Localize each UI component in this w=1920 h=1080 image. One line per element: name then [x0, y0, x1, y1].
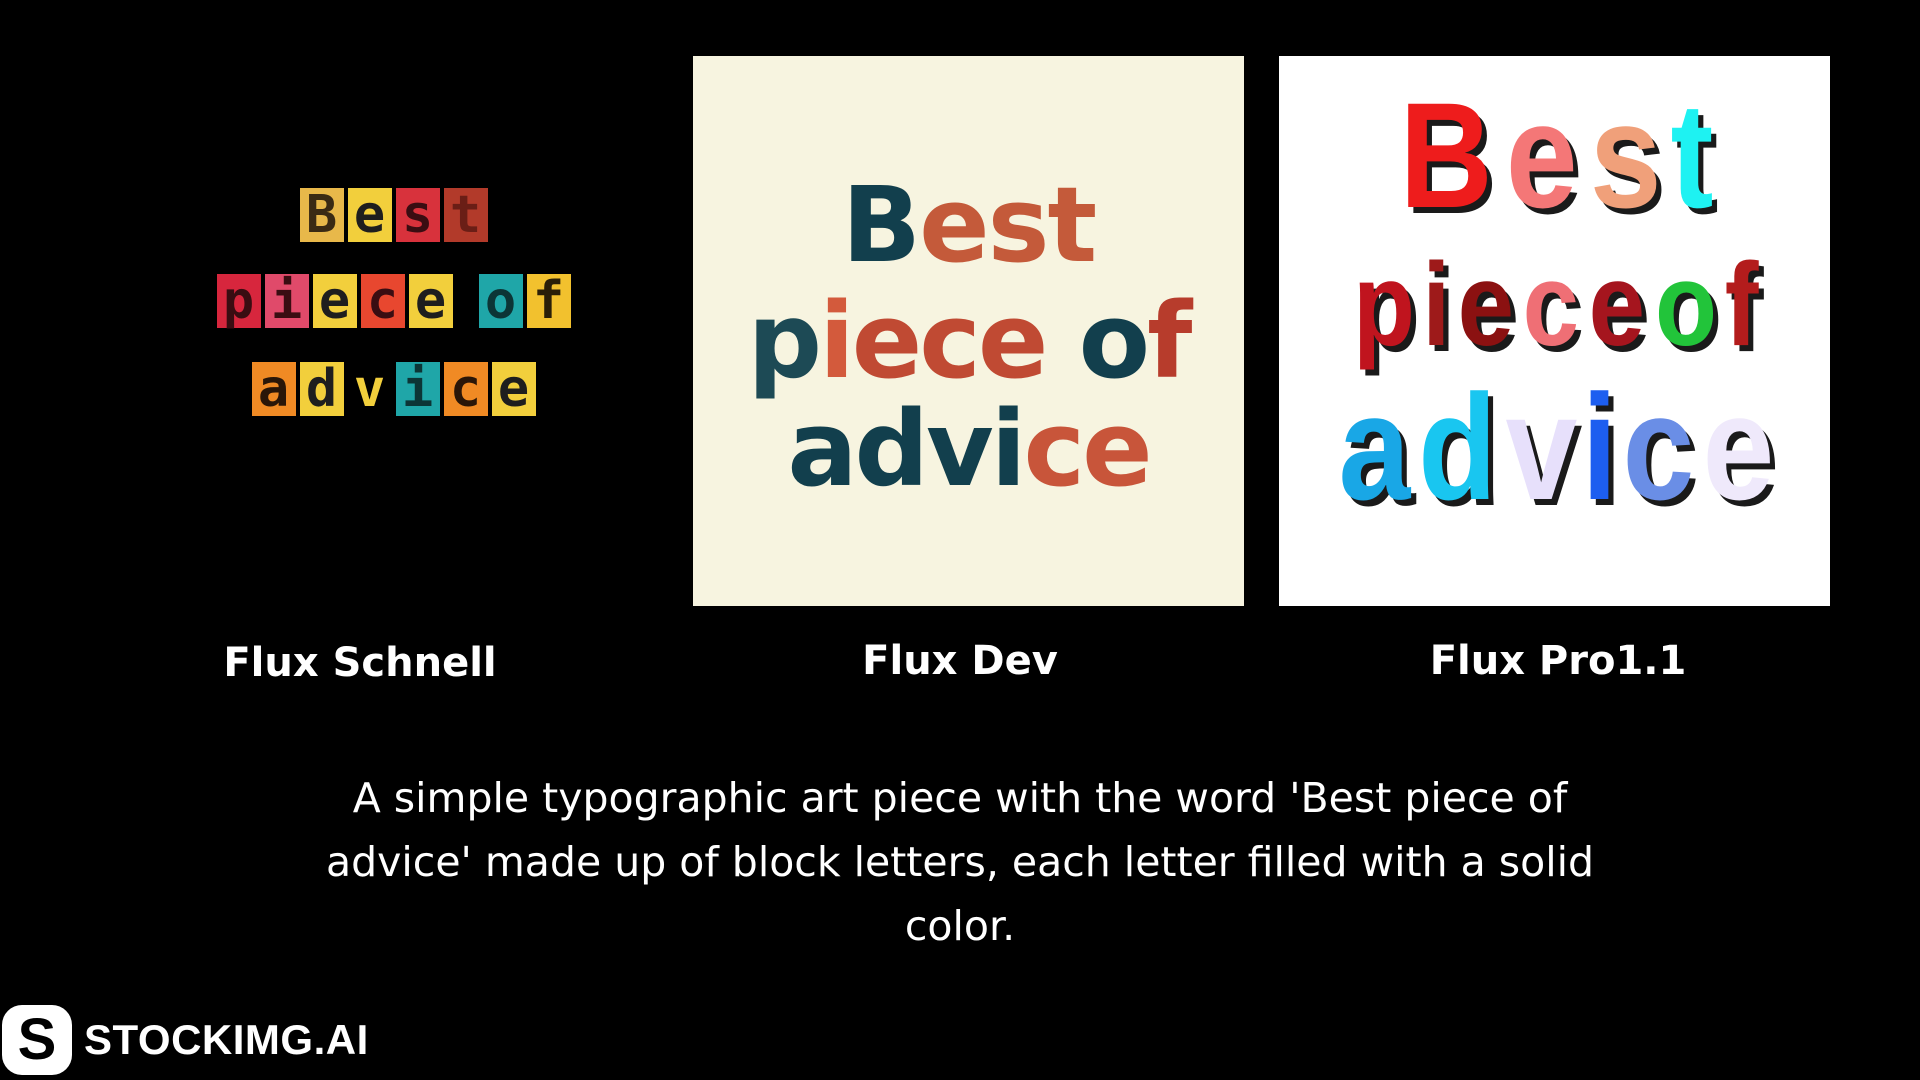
letter-tile: e [491, 362, 536, 416]
pro-letters: v [1505, 363, 1578, 531]
logo-mark-letter: S [17, 1007, 57, 1072]
pro-letters: a [1338, 363, 1411, 531]
letter-tile: c [443, 362, 488, 416]
pro-letters: i [1422, 239, 1451, 371]
flux-dev-image: Best piece of advice [693, 56, 1244, 606]
pro-letters: o [1654, 239, 1717, 371]
dev-letters: ce [1023, 388, 1152, 510]
dev-letters: i [819, 280, 855, 402]
dev-letters: B [841, 164, 921, 286]
pro-letters: f [1724, 239, 1759, 371]
dev-line-2: piece of [693, 280, 1244, 402]
schnell-line-1: Best [118, 188, 669, 242]
letter-tile: e [312, 274, 357, 328]
pro-letters: B [1399, 71, 1493, 239]
pro-line-1: Best [1279, 80, 1830, 230]
brand-logo[interactable]: S STOCKIMG.AI [0, 1000, 369, 1080]
letter-tile: p [216, 274, 261, 328]
dev-letters: o [1078, 280, 1150, 402]
dev-letters: advi [787, 388, 1026, 510]
brand-name: STOCKIMG.AI [84, 1016, 369, 1063]
letter-tile: t [443, 188, 488, 242]
caption-flux-pro: Flux Pro1.1 [1429, 638, 1687, 684]
letter-tile [457, 274, 475, 328]
pro-letters: e [1588, 239, 1646, 371]
dev-line-1: Best [693, 164, 1244, 286]
pro-line-2: piece of [1279, 246, 1830, 364]
letter-tile: B [299, 188, 344, 242]
letter-tile: s [395, 188, 440, 242]
schnell-line-2: piece of [118, 274, 669, 328]
pro-letters: s [1589, 71, 1662, 239]
letter-tile: e [408, 274, 453, 328]
dev-line-3: advice [693, 388, 1244, 510]
pro-letters: e [1702, 363, 1774, 531]
letter-tile: i [264, 274, 309, 328]
pro-letters: e [1457, 239, 1514, 371]
letter-tile: v [347, 362, 392, 416]
pro-letters: i [1582, 363, 1618, 531]
pro-line-3: advice [1279, 372, 1830, 522]
pro-letters: e [1506, 71, 1578, 239]
caption-flux-dev: Flux Dev [862, 638, 1058, 684]
pro-letters: p [1352, 239, 1415, 371]
dev-letters: est [919, 164, 1097, 286]
logo-mark-icon: S [2, 1005, 72, 1075]
letter-tile: c [360, 274, 405, 328]
flux-schnell-image: Best piece of advice [118, 56, 669, 606]
letter-tile: i [395, 362, 440, 416]
flux-pro-image: Best piece of advice [1279, 56, 1830, 606]
dev-letters: ece [851, 280, 1079, 402]
pro-letters: d [1418, 363, 1498, 531]
dev-letters: f [1147, 280, 1192, 402]
prompt-description: A simple typographic art piece with the … [325, 774, 1595, 950]
pro-letters: c [1622, 363, 1695, 531]
dev-letters: p [747, 280, 822, 402]
letter-tile: a [251, 362, 296, 416]
caption-flux-schnell: Flux Schnell [223, 640, 497, 686]
letter-tile: f [526, 274, 571, 328]
letter-tile: e [347, 188, 392, 242]
schnell-line-3: advice [118, 362, 669, 416]
pro-letters: c [1523, 239, 1580, 371]
pro-letters: t [1670, 71, 1714, 239]
letter-tile: d [299, 362, 344, 416]
letter-tile: o [478, 274, 523, 328]
